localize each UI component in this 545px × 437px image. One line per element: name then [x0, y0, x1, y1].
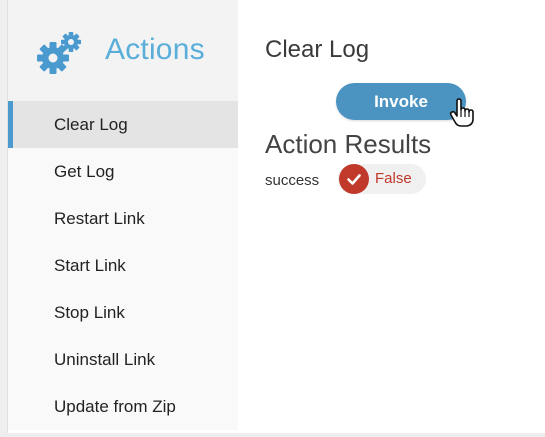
- sidebar: Actions Clear Log Get Log Restart Link S…: [8, 0, 238, 433]
- invoke-button[interactable]: Invoke: [336, 83, 466, 120]
- menu-item-get-log[interactable]: Get Log: [8, 148, 238, 195]
- menu-item-restart-link[interactable]: Restart Link: [8, 195, 238, 242]
- gears-icon: [37, 32, 81, 74]
- actions-menu: Clear Log Get Log Restart Link Start Lin…: [8, 101, 238, 430]
- window-left-border: [0, 0, 8, 437]
- main-panel: Clear Log Invoke Action Results success …: [238, 0, 545, 433]
- result-label: success: [265, 172, 320, 189]
- status-badge: False: [338, 164, 426, 194]
- sidebar-header: Actions: [8, 0, 238, 101]
- status-value: False: [375, 170, 412, 187]
- menu-item-start-link[interactable]: Start Link: [8, 242, 238, 289]
- sidebar-title: Actions: [105, 33, 205, 66]
- menu-item-clear-log[interactable]: Clear Log: [8, 101, 238, 148]
- menu-item-update-from-zip[interactable]: Update from Zip: [8, 383, 238, 430]
- check-circle-icon: [339, 164, 369, 194]
- window-bottom-border: [0, 433, 545, 437]
- action-results-title: Action Results: [265, 129, 432, 159]
- page-title: Clear Log: [265, 36, 370, 63]
- menu-item-stop-link[interactable]: Stop Link: [8, 289, 238, 336]
- hand-cursor-icon: [449, 98, 474, 127]
- menu-item-uninstall-link[interactable]: Uninstall Link: [8, 336, 238, 383]
